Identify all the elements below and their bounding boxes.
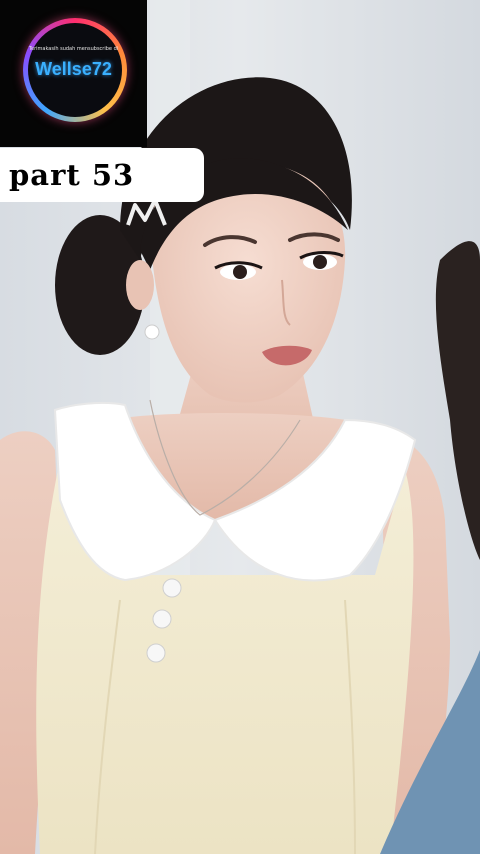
dress-button: [152, 609, 172, 629]
logo-subtitle: Terimakasih sudah mensubscribe di: [28, 46, 119, 52]
ear: [126, 260, 154, 310]
part-number-label: part 53: [0, 148, 204, 202]
dress-button: [146, 643, 166, 663]
pupil: [313, 255, 327, 269]
logo-channel-name: Wellse72: [35, 59, 112, 79]
dress-button: [162, 578, 182, 598]
earring: [144, 324, 160, 340]
pupil: [233, 265, 247, 279]
channel-logo: Terimakasih sudah mensubscribe di Wellse…: [0, 0, 147, 147]
